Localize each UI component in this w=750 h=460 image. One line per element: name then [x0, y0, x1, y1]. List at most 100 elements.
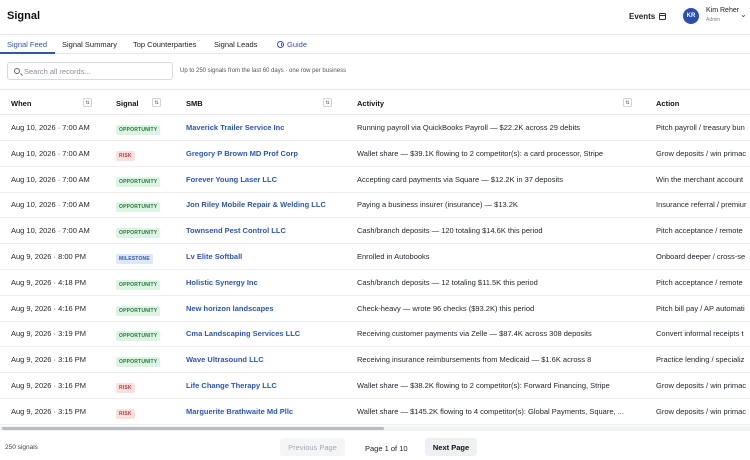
- events-button[interactable]: Events: [629, 12, 667, 21]
- tab-signal-summary[interactable]: Signal Summary: [62, 40, 117, 49]
- signal-badge: RISK: [116, 408, 135, 419]
- sort-icon[interactable]: ⇅: [152, 98, 161, 107]
- user-name[interactable]: Kim Reher: [706, 7, 739, 14]
- signal-badge: OPPORTUNITY: [116, 305, 161, 316]
- smb-link[interactable]: Gregory P Brown MD Prof Corp: [186, 149, 351, 158]
- cell-when: Aug 10, 2026 · 7:00 AM: [11, 200, 90, 210]
- events-label: Events: [629, 12, 656, 21]
- cell-action: Practice lending / specializ: [656, 355, 745, 365]
- cell-action: Grow deposits / win primac: [656, 381, 747, 390]
- smb-link[interactable]: Lv Elite Softball: [186, 252, 351, 261]
- table-row[interactable]: Aug 9, 2026 · 3:16 PM RISK Life Change The…: [0, 373, 750, 399]
- smb-link[interactable]: Cma Landscaping Services LLC: [186, 329, 351, 338]
- smb-link[interactable]: Life Change Therapy LLC: [186, 381, 351, 390]
- smb-link[interactable]: Townsend Pest Control LLC: [186, 226, 351, 235]
- cell-signal: RISK: [116, 150, 135, 161]
- cell-signal: OPPORTUNITY: [116, 227, 161, 239]
- sort-icon[interactable]: ⇅: [323, 98, 332, 107]
- cell-signal: MILESTONE: [116, 253, 153, 264]
- scrollbar-thumb[interactable]: [2, 427, 384, 430]
- smb-link[interactable]: Holistic Synergy Inc: [186, 278, 351, 287]
- signal-badge: OPPORTUNITY: [116, 279, 161, 290]
- sort-icon[interactable]: ⇅: [83, 98, 92, 107]
- cell-signal: OPPORTUNITY: [116, 330, 161, 342]
- signal-badge: OPPORTUNITY: [116, 176, 161, 187]
- table-row[interactable]: Aug 10, 2026 · 7:00 AM OPPORTUNITY Maveric…: [0, 115, 750, 141]
- signal-count: 250 signals: [5, 444, 38, 451]
- table-row[interactable]: Aug 9, 2026 · 3:15 PM RISK Marguerite Brat…: [0, 399, 750, 425]
- table-row[interactable]: Aug 10, 2026 · 7:00 AM OPPORTUNITY Jon Ril…: [0, 192, 750, 219]
- smb-link[interactable]: Wave Ultrasound LLC: [186, 355, 351, 364]
- column-header-activity: Activity: [357, 99, 385, 108]
- horizontal-scrollbar[interactable]: [0, 426, 750, 431]
- table-row[interactable]: Aug 10, 2026 · 7:00 AM OPPORTUNITY Forever…: [0, 167, 750, 193]
- previous-page-button[interactable]: Previous Page: [280, 438, 345, 456]
- signal-badge: OPPORTUNITY: [116, 331, 161, 342]
- cell-when: Aug 9, 2026 · 3:16 PM: [11, 355, 87, 365]
- smb-link[interactable]: Forever Young Laser LLC: [186, 175, 351, 184]
- cell-signal: OPPORTUNITY: [116, 201, 161, 213]
- table-row[interactable]: Aug 9, 2026 · 3:16 PM OPPORTUNITY Wave Ult…: [0, 347, 750, 374]
- cell-signal: OPPORTUNITY: [116, 279, 161, 290]
- next-page-button[interactable]: Next Page: [425, 438, 477, 456]
- cell-activity: Running payroll via QuickBooks Payroll —…: [357, 123, 581, 132]
- cell-activity: Wallet share — $145.2K flowing to 4 comp…: [357, 406, 624, 416]
- active-tab-indicator: [0, 52, 55, 54]
- cell-action: Grow deposits / win primac: [656, 406, 747, 416]
- user-role: Admin: [706, 17, 721, 23]
- cell-action: Pitch acceptance / remote: [656, 226, 743, 236]
- cell-activity: Check-heavy — wrote 96 checks ($93.2K) t…: [357, 303, 535, 313]
- cell-when: Aug 10, 2026 · 7:00 AM: [11, 226, 90, 236]
- tab-guide[interactable]: Guide: [277, 40, 307, 49]
- cell-signal: OPPORTUNITY: [116, 305, 161, 316]
- avatar[interactable]: KR: [683, 8, 699, 24]
- cell-signal: OPPORTUNITY: [116, 124, 161, 135]
- column-header-when: When: [11, 99, 32, 108]
- smb-link[interactable]: Marguerite Brathwaite Md Pllc: [186, 407, 351, 416]
- cell-activity: Wallet share — $39.1K flowing to 2 compe…: [357, 148, 604, 158]
- cell-signal: RISK: [116, 408, 135, 419]
- results-hint: Up to 250 signals from the last 60 days …: [180, 68, 347, 74]
- search-input[interactable]: [24, 66, 164, 76]
- signals-table: When ⇅ Signal ⇅ SMB ⇅ Activity ⇅ Action …: [0, 89, 750, 425]
- table-row[interactable]: Aug 9, 2026 · 4:18 PM OPPORTUNITY Holistic…: [0, 270, 750, 296]
- cell-activity: Cash/branch deposits — 120 totaling $14.…: [357, 226, 543, 236]
- table-row[interactable]: Aug 9, 2026 · 8:00 PM MILESTONE Lv Elite S…: [0, 244, 750, 270]
- cell-action: Insurance referral / premiur: [656, 200, 747, 210]
- tab-signal-feed[interactable]: Signal Feed: [7, 40, 47, 49]
- tab-guide-label: Guide: [287, 40, 308, 49]
- cell-action: Grow deposits / win primac: [656, 148, 747, 158]
- cell-when: Aug 9, 2026 · 4:18 PM: [11, 277, 87, 287]
- tab-top-counterparties[interactable]: Top Counterparties: [133, 40, 196, 49]
- column-header-signal: Signal: [116, 99, 139, 108]
- cell-activity: Paying a business insurer (insurance) — …: [357, 200, 518, 210]
- signal-badge: OPPORTUNITY: [116, 357, 161, 368]
- cell-activity: Accepting card payments via Square — $12…: [357, 174, 563, 184]
- tab-signal-leads[interactable]: Signal Leads: [214, 40, 257, 49]
- cell-signal: OPPORTUNITY: [116, 176, 161, 187]
- signal-badge: RISK: [116, 383, 135, 393]
- search-box[interactable]: [7, 62, 173, 80]
- cell-action: Onboard deeper / cross-se: [656, 252, 746, 261]
- chevron-down-icon[interactable]: ⌄: [740, 10, 747, 19]
- smb-link[interactable]: New horizon landscapes: [186, 304, 351, 313]
- clock-icon: [277, 41, 284, 48]
- cell-when: Aug 9, 2026 · 4:16 PM: [11, 303, 87, 313]
- cell-when: Aug 10, 2026 · 7:00 AM: [11, 148, 90, 158]
- table-row[interactable]: Aug 10, 2026 · 7:00 AM RISK Gregory P Brow…: [0, 141, 750, 167]
- table-row[interactable]: Aug 9, 2026 · 4:16 PM OPPORTUNITY New hori…: [0, 296, 750, 322]
- cell-activity: Wallet share — $38.2K flowing to 2 compe…: [357, 381, 610, 390]
- search-icon: [14, 68, 20, 74]
- table-row[interactable]: Aug 9, 2026 · 3:19 PM OPPORTUNITY Cma Land…: [0, 321, 750, 348]
- table-row[interactable]: Aug 10, 2026 · 7:00 AM OPPORTUNITY Townsen…: [0, 218, 750, 245]
- cell-activity: Enrolled in Autobooks: [357, 252, 430, 261]
- column-header-smb: SMB: [186, 99, 203, 108]
- smb-link[interactable]: Jon Riley Mobile Repair & Welding LLC: [186, 200, 351, 209]
- smb-link[interactable]: Maverick Trailer Service Inc: [186, 123, 351, 132]
- sort-icon[interactable]: ⇅: [623, 98, 632, 107]
- cell-activity: Cash/branch deposits — 12 totaling $11.5…: [357, 277, 538, 287]
- signal-badge: OPPORTUNITY: [116, 202, 161, 213]
- calendar-icon: [659, 13, 667, 20]
- cell-activity: Receiving insurance reimbursements from …: [357, 355, 592, 365]
- cell-when: Aug 10, 2026 · 7:00 AM: [11, 123, 90, 132]
